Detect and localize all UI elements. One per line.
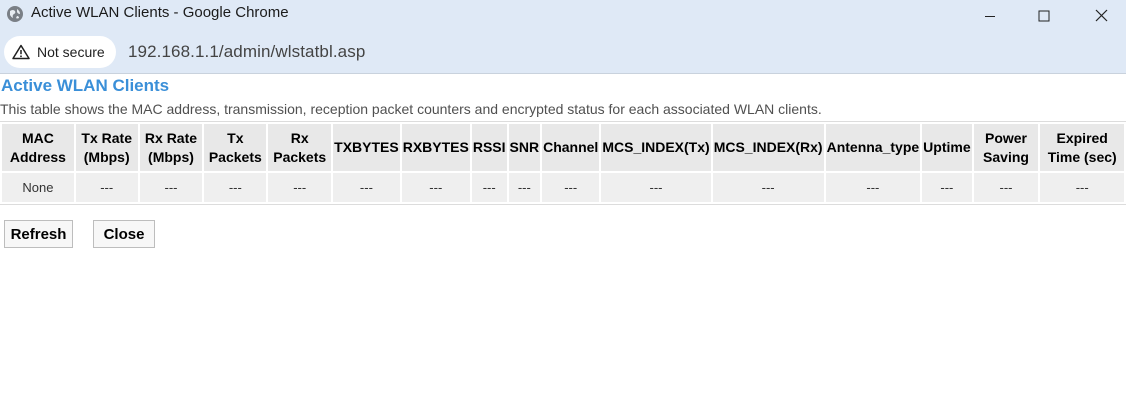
column-header: Rx Packets xyxy=(268,124,332,171)
column-header: Channel xyxy=(542,124,600,171)
table-cell: --- xyxy=(1040,173,1124,202)
page-title: Active WLAN Clients xyxy=(1,76,170,95)
maximize-button[interactable] xyxy=(1021,0,1067,31)
table-cell: --- xyxy=(268,173,332,202)
security-label: Not secure xyxy=(37,44,105,60)
refresh-button[interactable]: Refresh xyxy=(4,220,73,248)
table-cell: --- xyxy=(508,173,541,202)
window-title: Active WLAN Clients - Google Chrome xyxy=(31,4,289,21)
security-indicator[interactable]: Not secure xyxy=(4,36,116,68)
minimize-button[interactable] xyxy=(967,0,1013,31)
column-header: MAC Address xyxy=(2,124,74,171)
address-bar: Not secure 192.168.1.1/admin/wlstatbl.as… xyxy=(0,31,1126,74)
close-icon xyxy=(1095,9,1107,22)
column-header: Power Saving xyxy=(973,124,1039,171)
column-header: Uptime xyxy=(922,124,972,171)
table-cell: --- xyxy=(712,173,824,202)
column-header: MCS_INDEX(Rx) xyxy=(712,124,824,171)
window-title-bar: Active WLAN Clients - Google Chrome xyxy=(0,0,1126,31)
column-header: RXBYTES xyxy=(401,124,470,171)
table-cell: --- xyxy=(922,173,972,202)
column-header: Antenna_type xyxy=(825,124,921,171)
column-header: MCS_INDEX(Tx) xyxy=(601,124,711,171)
warning-icon xyxy=(12,44,30,60)
column-header: RSSI xyxy=(471,124,507,171)
close-button[interactable]: Close xyxy=(93,220,155,248)
table-header-row: MAC Address Tx Rate (Mbps) Rx Rate (Mbps… xyxy=(2,124,1124,171)
table-cell: --- xyxy=(825,173,921,202)
column-header: Rx Rate (Mbps) xyxy=(139,124,203,171)
column-header: TXBYTES xyxy=(333,124,400,171)
column-header: SNR xyxy=(508,124,541,171)
column-header: Tx Packets xyxy=(204,124,267,171)
table-cell: --- xyxy=(204,173,267,202)
table-cell: None xyxy=(2,173,74,202)
table-cell: --- xyxy=(139,173,203,202)
table-row: None --- --- --- --- --- --- --- --- ---… xyxy=(2,173,1124,202)
table-cell: --- xyxy=(333,173,400,202)
table-cell: --- xyxy=(601,173,711,202)
table-cell: --- xyxy=(973,173,1039,202)
table-cell: --- xyxy=(542,173,600,202)
maximize-icon xyxy=(1038,10,1050,21)
page-content: Active WLAN Clients This table shows the… xyxy=(0,74,1126,417)
table-cell: --- xyxy=(401,173,470,202)
column-header: Expired Time (sec) xyxy=(1040,124,1124,171)
table-cell: --- xyxy=(471,173,507,202)
page-description: This table shows the MAC address, transm… xyxy=(0,101,822,117)
column-header: Tx Rate (Mbps) xyxy=(75,124,138,171)
minimize-icon xyxy=(985,15,995,17)
table-cell: --- xyxy=(75,173,138,202)
url-field[interactable]: 192.168.1.1/admin/wlstatbl.asp xyxy=(128,42,365,62)
globe-icon xyxy=(7,6,23,22)
close-window-button[interactable] xyxy=(1078,0,1124,31)
wlan-clients-table: MAC Address Tx Rate (Mbps) Rx Rate (Mbps… xyxy=(0,121,1126,205)
